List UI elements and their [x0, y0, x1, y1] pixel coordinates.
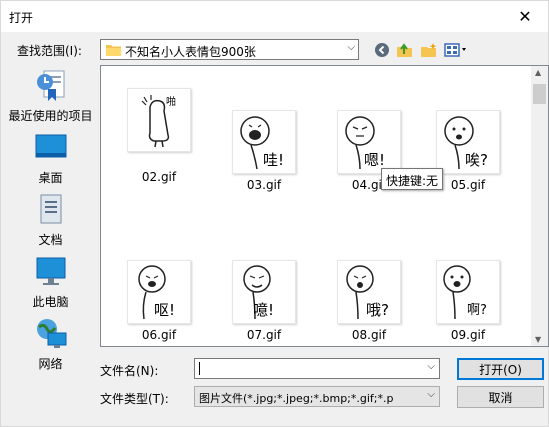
place-recent-items[interactable]: 最近使用的项目	[8, 69, 93, 124]
scroll-up-icon[interactable]: ▲	[535, 68, 541, 77]
dialog-title: 打开	[9, 11, 34, 25]
thumbnail-caption: 噫!	[253, 301, 275, 319]
close-button[interactable]: ✕	[502, 1, 548, 32]
thumbnail-caption: 哇!	[263, 151, 285, 169]
thumbnail-caption: 啊?	[467, 303, 487, 318]
file-name: 02.gif	[141, 170, 177, 184]
file-name: 07.gif	[246, 328, 282, 342]
shortcut-tooltip: 快捷键:无	[381, 168, 444, 190]
up-folder-icon	[397, 43, 412, 57]
lookin-folder-name: 不知名小人表情包900张	[125, 45, 256, 59]
desktop-icon	[34, 131, 68, 165]
text-caret	[199, 362, 200, 375]
file-item[interactable]: 哦? 08.gif	[324, 260, 414, 342]
file-item[interactable]: 噫! 07.gif	[219, 260, 309, 342]
file-list-view[interactable]: ▲ ▼ 啪 02.gif 哇! 03.gif 嗯! 04.gif 唉? 05.g…	[100, 65, 549, 347]
this-pc-icon	[34, 255, 68, 289]
places-bar: 最近使用的项目 桌面 文档 此电脑 网络	[8, 65, 93, 371]
view-menu-button[interactable]	[444, 41, 470, 59]
view-menu-icon	[444, 43, 466, 57]
file-name: 08.gif	[351, 328, 387, 342]
vertical-scrollbar[interactable]: ▲ ▼	[531, 66, 548, 346]
file-item[interactable]: 呕! 06.gif	[114, 260, 204, 342]
filetype-value: 图片文件(*.jpg;*.jpeg;*.bmp;*.gif;*.p	[199, 392, 394, 405]
file-name: 06.gif	[141, 328, 177, 342]
file-item[interactable]: 啪 02.gif	[114, 88, 204, 184]
file-item[interactable]: 啊? 09.gif	[423, 260, 513, 342]
scroll-down-icon[interactable]: ▼	[535, 335, 541, 344]
place-desktop[interactable]: 桌面	[8, 131, 93, 186]
folder-icon	[106, 45, 121, 56]
place-label: 网络	[38, 357, 63, 371]
open-dialog: 打开 ✕ 查找范围(I): 不知名小人表情包900张 ⌵ 最近使用的项目 桌面 …	[0, 0, 549, 427]
file-thumbnail: 嗯!	[337, 110, 401, 174]
place-label: 桌面	[38, 171, 63, 185]
thumbnail-caption: 啪	[166, 97, 176, 108]
file-thumbnail: 啪	[127, 88, 191, 152]
recent-items-icon	[34, 69, 68, 103]
chevron-down-icon: ⌵	[347, 42, 355, 53]
file-name: 03.gif	[246, 178, 282, 192]
file-thumbnail: 呕!	[127, 260, 191, 324]
chevron-down-icon[interactable]: ⌵	[427, 361, 435, 372]
file-thumbnail: 哦?	[337, 260, 401, 324]
documents-icon	[34, 193, 68, 227]
up-folder-button[interactable]	[396, 41, 414, 59]
cancel-button[interactable]: 取消	[457, 386, 544, 408]
open-button[interactable]: 打开(O)	[457, 358, 544, 380]
new-folder-button[interactable]	[420, 41, 438, 59]
file-thumbnail: 哇!	[232, 110, 296, 174]
file-thumbnail: 噫!	[232, 260, 296, 324]
chevron-down-icon[interactable]: ⌵	[427, 389, 435, 400]
place-this-pc[interactable]: 此电脑	[8, 255, 93, 310]
filetype-select[interactable]: 图片文件(*.jpg;*.jpeg;*.bmp;*.gif;*.p ⌵	[194, 386, 440, 407]
lookin-combo[interactable]: 不知名小人表情包900张 ⌵	[100, 39, 359, 60]
title-bar: 打开 ✕	[1, 1, 548, 32]
file-name: 09.gif	[450, 328, 486, 342]
file-item[interactable]: 哇! 03.gif	[219, 110, 309, 192]
thumbnail-caption: 唉?	[465, 151, 488, 169]
place-documents[interactable]: 文档	[8, 193, 93, 248]
filename-input[interactable]: ⌵	[194, 358, 440, 379]
back-arrow-icon	[375, 43, 389, 57]
place-network[interactable]: 网络	[8, 317, 93, 372]
place-label: 最近使用的项目	[8, 109, 93, 123]
filetype-label: 文件类型(T):	[100, 392, 169, 406]
thumbnail-caption: 呕!	[154, 301, 176, 319]
lookin-label: 查找范围(I):	[17, 44, 82, 58]
filename-label: 文件名(N):	[100, 364, 159, 378]
scroll-thumb[interactable]	[533, 84, 546, 104]
place-label: 此电脑	[32, 295, 69, 309]
file-thumbnail: 啊?	[436, 260, 500, 324]
back-button[interactable]	[373, 41, 391, 59]
thumbnail-caption: 嗯!	[364, 151, 386, 169]
file-thumbnail: 唉?	[436, 110, 500, 174]
place-label: 文档	[38, 233, 63, 247]
new-folder-icon	[421, 43, 437, 57]
network-icon	[34, 317, 68, 351]
thumbnail-caption: 哦?	[366, 301, 389, 319]
close-icon: ✕	[518, 7, 532, 26]
